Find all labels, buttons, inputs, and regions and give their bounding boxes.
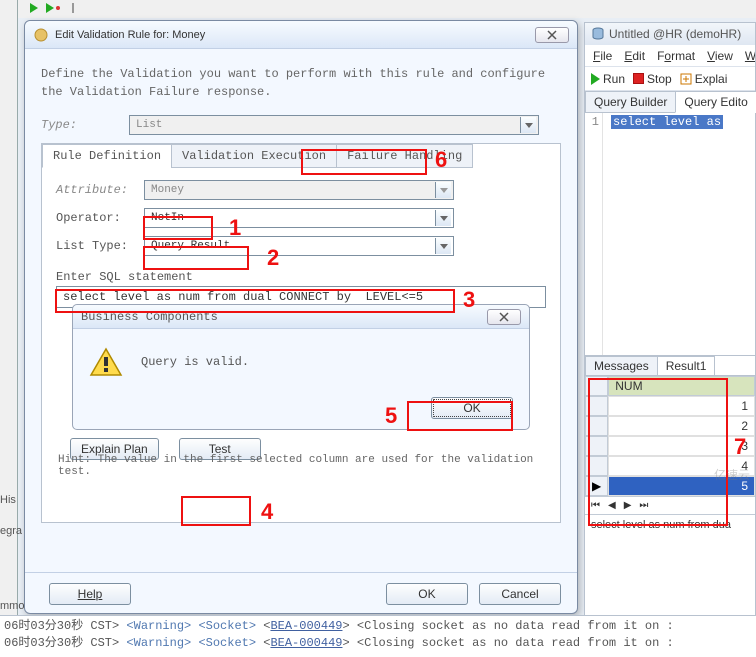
attribute-combo: Money — [144, 180, 454, 200]
type-combo[interactable]: List — [129, 115, 539, 135]
dialog-intro: Define the Validation you want to perfor… — [41, 65, 561, 101]
sql-selection: select level as — [611, 115, 723, 129]
dialog-title: Edit Validation Rule for: Money — [55, 29, 535, 41]
menu-w[interactable]: W — [745, 49, 755, 63]
tab-validation-execution[interactable]: Validation Execution — [171, 144, 337, 168]
play-icon — [591, 73, 600, 85]
stop-icon — [633, 73, 644, 84]
operator-combo[interactable]: NotIn — [144, 208, 454, 228]
cell[interactable]: 3 — [608, 436, 755, 456]
close-icon[interactable] — [535, 27, 569, 43]
type-label: Type: — [41, 118, 121, 132]
tab-failure-handling[interactable]: Failure Handling — [336, 144, 473, 168]
line-number: 1 — [592, 115, 599, 129]
nav-first-icon[interactable]: ⏮ — [591, 500, 600, 511]
tab-query-editor[interactable]: Query Edito — [675, 91, 756, 113]
menu-edit[interactable]: Edit — [624, 49, 645, 63]
menu-bar[interactable]: File Edit Format View W — [585, 45, 755, 67]
editor-title: Untitled @HR (demoHR) — [609, 27, 741, 41]
inner-dialog-message: Query is valid. — [141, 355, 249, 369]
editor-toolbar: Run Stop Explai — [585, 67, 755, 91]
chevron-down-icon — [435, 238, 451, 254]
menu-view[interactable]: View — [707, 49, 733, 63]
ok-button[interactable]: OK — [386, 583, 468, 605]
nav-last-icon[interactable]: ⏭ — [639, 500, 648, 511]
db-icon — [591, 27, 605, 41]
top-toolbar-fragment — [0, 0, 756, 18]
attribute-value: Money — [151, 184, 184, 196]
operator-label: Operator: — [56, 211, 136, 225]
chevron-down-icon — [435, 182, 451, 198]
menu-format[interactable]: Format — [657, 49, 695, 63]
grid-corner — [585, 376, 608, 396]
edit-validation-dialog: Edit Validation Rule for: Money Define t… — [24, 20, 578, 614]
operator-value: NotIn — [151, 212, 184, 224]
type-value: List — [136, 119, 162, 131]
nav-prev-icon[interactable]: ◀ — [608, 500, 616, 511]
hint-text: Hint: The value in the first selected co… — [58, 450, 544, 478]
chevron-down-icon — [435, 210, 451, 226]
cancel-button[interactable]: Cancel — [479, 583, 561, 605]
run-button[interactable]: Run — [591, 72, 625, 86]
tab-rule-definition[interactable]: Rule Definition — [42, 144, 172, 168]
sql-label: Enter SQL statement — [56, 270, 546, 284]
attribute-label: Attribute: — [56, 183, 136, 197]
query-valid-dialog: Business Components Query is valid. OK — [72, 304, 530, 430]
sql-code-area[interactable]: 1 select level as — [585, 113, 755, 355]
nav-next-icon[interactable]: ▶ — [624, 500, 632, 511]
tab-result[interactable]: Result1 — [657, 356, 716, 375]
watermark: 亿速云 — [714, 466, 750, 483]
left-panel-fragment: His egra mmon — [0, 0, 18, 657]
status-sql: select level as num from dua — [585, 514, 755, 535]
dialog-titlebar[interactable]: Edit Validation Rule for: Money — [25, 21, 577, 49]
tab-messages[interactable]: Messages — [585, 356, 658, 375]
cell[interactable]: 2 — [608, 416, 755, 436]
editor-titlebar[interactable]: Untitled @HR (demoHR) — [585, 23, 755, 45]
listtype-label: List Type: — [56, 239, 136, 253]
explain-icon — [680, 73, 692, 85]
listtype-combo[interactable]: Query Result — [144, 236, 454, 256]
grid-nav[interactable]: ⏮ ◀ ▶ ⏭ — [585, 496, 755, 514]
log-console: 06时03分30秒 CST> <Warning> <Socket> <BEA-0… — [0, 615, 756, 657]
explain-button[interactable]: Explai — [680, 72, 728, 86]
column-num[interactable]: NUM — [608, 376, 755, 396]
close-icon[interactable] — [487, 309, 521, 325]
rule-tabs-container: Rule Definition Validation Execution Fai… — [41, 143, 561, 523]
chevron-down-icon — [520, 117, 536, 133]
inner-ok-button[interactable]: OK — [431, 397, 513, 419]
menu-file[interactable]: File — [593, 49, 612, 63]
listtype-value: Query Result — [151, 240, 230, 252]
wizard-icon — [33, 27, 49, 43]
help-button[interactable]: Help — [49, 583, 131, 605]
stop-button[interactable]: Stop — [633, 72, 672, 86]
warning-icon — [89, 347, 123, 377]
cell[interactable]: 1 — [608, 396, 755, 416]
tab-query-builder[interactable]: Query Builder — [585, 91, 676, 113]
inner-dialog-title: Business Components — [81, 310, 487, 324]
sql-editor-panel: Untitled @HR (demoHR) File Edit Format V… — [584, 22, 756, 628]
